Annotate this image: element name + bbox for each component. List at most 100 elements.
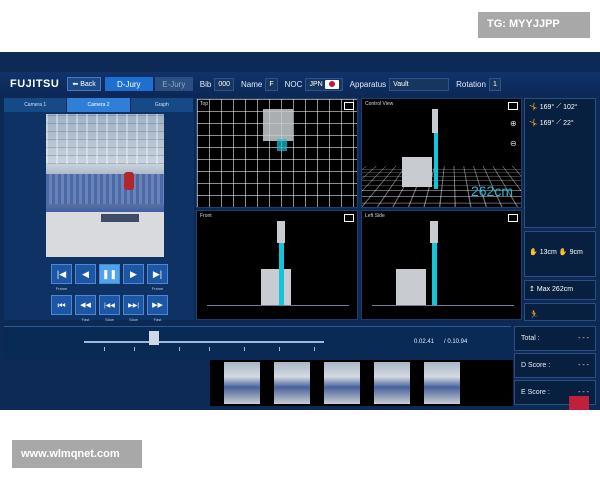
film-frame[interactable] [324,362,360,404]
total-score: Total : - - - [514,326,596,351]
slow-caption: Slow [105,317,114,322]
play-reverse-button[interactable]: ◀ [75,264,96,284]
timeline-tick [244,347,245,351]
timeline-track[interactable] [84,341,324,343]
vault-3d-top [263,109,293,141]
control-view-panel[interactable]: Control View 262cm ⊕ ⊖ [361,98,522,208]
bib-field[interactable]: 000 [214,77,235,91]
handspan-icon: ✋ [529,249,538,256]
timeline-tick [134,347,135,351]
angle-3: 169° [539,119,555,127]
fujitsu-badge-icon [569,396,589,410]
rotation-label: Rotation [456,79,486,89]
expand-icon[interactable] [344,102,354,110]
watermark-top: TG: MYYJJPP [478,12,590,38]
step-back-frame-button[interactable]: |◀ Frame [51,264,72,291]
tab-d-jury[interactable]: D-Jury [104,77,153,91]
frame-caption: Frame [151,286,164,291]
expand-icon[interactable] [508,214,518,222]
camera-tabs: Camera 1 Camera 2 Graph [4,98,194,112]
step-back-icon: |◀ [56,268,67,279]
noc-value: JPN [309,80,323,88]
left-side-view-panel[interactable]: Left Side [361,210,522,320]
handspan-icon: ✋ [558,249,568,256]
timeline-tick [209,347,210,351]
front-view-title: Front [200,213,212,219]
film-frame[interactable] [374,362,410,404]
skip-start-button[interactable]: ⏮ [51,295,72,315]
film-frame[interactable] [424,362,460,404]
forward-fast-button[interactable]: ▶▶ Fast [147,295,168,322]
angles-box: 🤸 169° ⟋ 102° 🤸 169° ⟋ 22° [524,98,596,228]
apparatus-field[interactable]: Vault [389,77,450,91]
tab-graph[interactable]: Graph [130,98,194,112]
gymnast-3d-control [432,109,438,133]
video-panel: Camera 1 Camera 2 Graph |◀ Frame ◀ ❚❚ ▶ ▶… [4,98,194,322]
tab-camera-2[interactable]: Camera 2 [67,98,131,112]
noc-field[interactable]: JPN [305,77,343,91]
vault-3d-front [261,269,291,305]
name-label: Name [241,79,263,89]
tab-e-jury[interactable]: E-Jury [154,77,193,91]
distance-readout: 262cm [470,183,513,199]
vault-3d-side [396,269,426,305]
angle-row-1: 🤸 169° ⟋ 102° [529,103,591,111]
pause-button[interactable]: ❚❚ [99,264,120,284]
distance-box: ✋ 13cm ✋ 9cm [524,231,596,277]
film-frame[interactable] [274,362,310,404]
film-frame[interactable] [224,362,260,404]
zoom-out-icon[interactable]: ⊖ [510,139,517,148]
timeline-tick [104,347,105,351]
total-time: / 0.10.94 [444,339,468,345]
japan-flag-icon [324,79,339,89]
slow-caption: Slow [129,317,138,322]
apparatus-label: Apparatus [349,79,387,89]
play-reverse-icon: ◀ [82,268,89,279]
forward-slow-button[interactable]: ▶▶| Slow [123,295,144,322]
hip-angle-icon: ⟋ [556,103,562,110]
distance-2: 9cm [569,248,583,256]
name-field[interactable]: F [265,77,278,91]
rewind-slow-button[interactable]: |◀◀ Slow [99,295,120,322]
expand-icon[interactable] [344,214,354,222]
fujitsu-logo: FUJITSU [10,78,60,90]
play-button[interactable]: ▶ [123,264,144,284]
top-bar: FUJITSU ⬅ Back D-Jury E-Jury Bib 000 Nam… [0,72,600,96]
metrics-panel: 🤸 169° ⟋ 102° 🤸 169° ⟋ 22° ✋ 13cm ✋ 9cm ↥ Max 2… [524,98,596,324]
e-score-label: E Score : [521,389,550,396]
zoom-in-icon[interactable]: ⊕ [510,119,517,128]
rewind-fast-button[interactable]: ◀◀ Fast [75,295,96,322]
timeline-slider-handle[interactable] [149,331,159,345]
step-forward-frame-button[interactable]: ▶| Frame [147,264,168,291]
gymnast-3d-side [430,221,438,243]
height-icon: ↥ [529,286,535,293]
trajectory-top [277,139,287,151]
timeline-tick [314,347,315,351]
front-view-panel[interactable]: Front [196,210,358,320]
arena-roof [46,114,164,164]
distance-1: 13cm [539,248,557,256]
max-height: Max 262cm [536,285,574,293]
arena-stands [46,174,164,204]
noc-label: NOC [284,79,303,89]
forward-slow-icon: ▶▶| [128,302,139,309]
expand-icon[interactable] [508,102,518,110]
fast-caption: Fast [153,317,162,322]
trajectory-front [279,235,284,305]
ground-line [372,305,514,306]
max-height-box: ↥ Max 262cm [524,280,596,300]
max-row: ↥ Max 262cm [529,285,591,294]
camera-video[interactable] [46,114,164,257]
tab-camera-1[interactable]: Camera 1 [4,98,68,112]
d-score: D Score : - - - [514,353,596,378]
rotation-field[interactable]: 1 [488,77,501,91]
frame-caption: Frame [55,286,68,291]
watermark-bottom: www.wlmqnet.com [12,440,142,468]
pause-icon: ❚❚ [101,268,118,279]
top-view-panel[interactable]: Top [196,98,358,208]
hip-angle-icon: ⟋ [556,119,562,126]
distance-row: ✋ 13cm ✋ 9cm [529,248,591,257]
top-view-title: Top [200,101,209,107]
timeline: 0.02.41 / 0.10.94 [4,326,511,358]
back-button[interactable]: ⬅ Back [67,77,101,91]
